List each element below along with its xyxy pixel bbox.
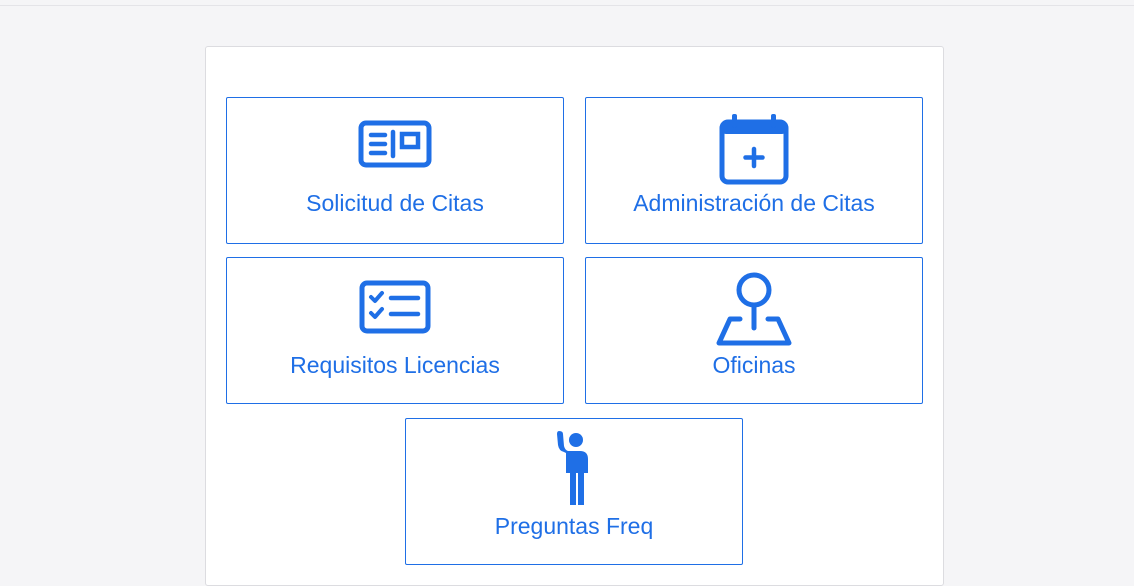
tile-label: Requisitos Licencias bbox=[290, 352, 500, 378]
top-divider bbox=[0, 0, 1134, 6]
id-card-icon bbox=[358, 120, 432, 168]
tile-label: Solicitud de Citas bbox=[306, 190, 484, 216]
checklist-icon bbox=[359, 280, 431, 334]
map-pin-icon bbox=[716, 272, 792, 346]
administracion-de-citas-button[interactable]: Administración de Citas bbox=[585, 97, 923, 244]
solicitud-de-citas-button[interactable]: Solicitud de Citas bbox=[226, 97, 564, 244]
tile-label: Preguntas Freq bbox=[494, 513, 654, 539]
preguntas-freq-button[interactable]: Preguntas Freq bbox=[405, 418, 743, 565]
tile-label: Oficinas bbox=[712, 352, 796, 378]
oficinas-button[interactable]: Oficinas bbox=[585, 257, 923, 404]
requisitos-licencias-button[interactable]: Requisitos Licencias bbox=[226, 257, 564, 404]
person-raising-hand-icon bbox=[557, 431, 588, 505]
tile-label: Administración de Citas bbox=[633, 190, 875, 216]
calendar-add-icon bbox=[719, 114, 789, 185]
